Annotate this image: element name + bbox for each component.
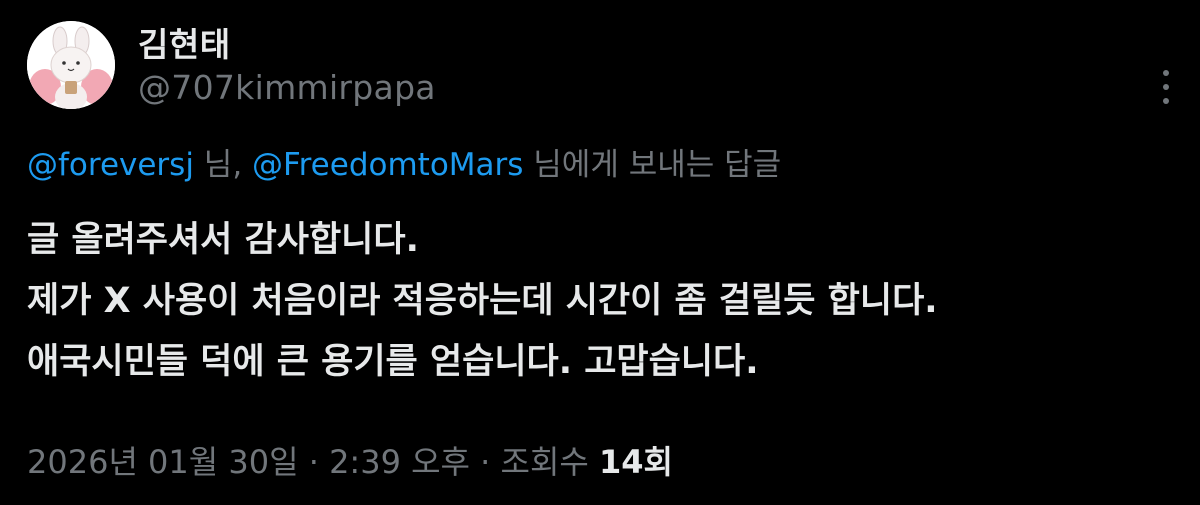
tweet-date[interactable]: 2026년 01월 30일 <box>27 443 299 481</box>
meta-separator: · <box>298 443 330 481</box>
tweet-text-line: 애국시민들 덕에 큰 용기를 얻습니다. 고맙습니다. <box>27 342 759 382</box>
user-handle[interactable]: @707kimmirpapa <box>138 68 436 107</box>
tweet-text: 글 올려주셔서 감사합니다. 제가 X 사용이 처음이라 적응하는데 시간이 좀… <box>27 210 938 393</box>
reply-suffix: 님에게 보내는 답글 <box>523 147 782 183</box>
tweet-time[interactable]: 2:39 오후 <box>329 443 470 481</box>
tweet-text-line: 글 올려주셔서 감사합니다. <box>27 220 419 260</box>
tweet: 김현태 @707kimmirpapa @foreversj 님, @Freedo… <box>0 0 1200 505</box>
display-name[interactable]: 김현태 <box>138 18 231 66</box>
views-count[interactable]: 14회 <box>599 443 673 481</box>
tweet-metadata: 2026년 01월 30일 · 2:39 오후 · 조회수 14회 <box>27 437 673 483</box>
more-dot <box>1163 84 1169 90</box>
more-options-icon[interactable] <box>1156 70 1176 104</box>
mention-link-foreversj[interactable]: @foreversj <box>27 147 194 183</box>
more-dot <box>1163 98 1169 104</box>
reply-separator: 님, <box>193 147 253 183</box>
bunny-avatar-icon <box>27 21 115 109</box>
avatar[interactable] <box>27 21 115 109</box>
reply-context: @foreversj 님, @FreedomtoMars 님에게 보내는 답글 <box>27 139 781 184</box>
views-label: 조회수 <box>500 443 599 481</box>
more-dot <box>1163 70 1169 76</box>
mention-link-freedomtomars[interactable]: @FreedomtoMars <box>252 147 523 183</box>
tweet-text-line: 제가 X 사용이 처음이라 적응하는데 시간이 좀 걸릴듯 합니다. <box>27 281 938 321</box>
meta-separator: · <box>469 443 501 481</box>
